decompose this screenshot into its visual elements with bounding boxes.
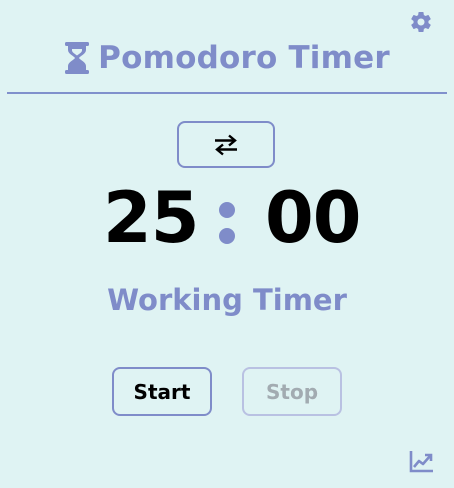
gear-icon bbox=[411, 11, 431, 33]
stop-button[interactable]: Stop bbox=[242, 367, 342, 416]
start-button[interactable]: Start bbox=[112, 367, 212, 416]
header-divider bbox=[7, 92, 447, 94]
timer-display: 25 00 bbox=[0, 178, 454, 258]
app-title: Pomodoro Timer bbox=[98, 40, 390, 76]
settings-button[interactable] bbox=[409, 10, 433, 34]
timer-colon bbox=[214, 178, 240, 258]
app-header: Pomodoro Timer bbox=[0, 38, 454, 78]
swap-arrows-icon bbox=[215, 134, 237, 155]
timer-mode-label: Working Timer bbox=[107, 283, 347, 317]
switch-mode-button[interactable] bbox=[177, 121, 275, 168]
statistics-button[interactable] bbox=[409, 450, 434, 473]
timer-seconds: 00 bbox=[265, 177, 361, 259]
chart-line-icon bbox=[409, 451, 433, 473]
timer-minutes: 25 bbox=[103, 177, 199, 259]
hourglass-icon bbox=[65, 42, 90, 74]
